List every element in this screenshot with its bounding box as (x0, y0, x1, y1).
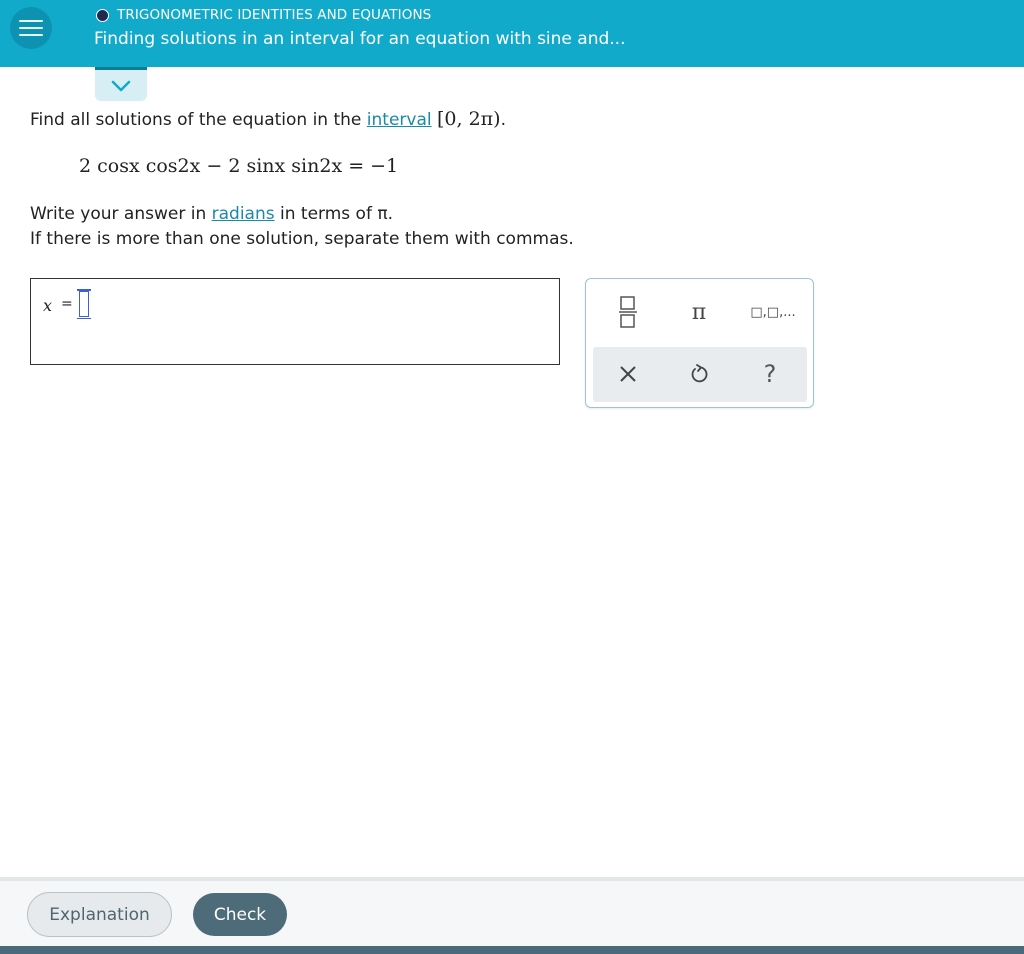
pi-symbol: π (691, 299, 707, 325)
pi-button[interactable]: π (674, 292, 724, 332)
question-period: . (500, 110, 506, 130)
topic-status-icon (96, 8, 109, 22)
answer-equals-sign: = (61, 296, 73, 312)
fraction-button[interactable] (603, 292, 653, 332)
question-prompt: Find all solutions of the equation in th… (30, 108, 506, 130)
fraction-icon (619, 296, 637, 328)
answer-input-area[interactable]: x = (30, 278, 560, 365)
undo-icon (691, 364, 708, 383)
hamburger-menu-button[interactable] (10, 7, 52, 49)
hamburger-menu-icon-bar (19, 27, 43, 29)
help-button[interactable]: ? (745, 354, 795, 394)
interval-math: [0, 2π) (437, 108, 501, 130)
answer-variable-label: x (43, 296, 53, 315)
chevron-down-icon (111, 80, 131, 91)
instruction-commas: If there is more than one solution, sepa… (30, 229, 574, 249)
topic-row: TRIGONOMETRIC IDENTITIES AND EQUATIONS (96, 7, 431, 23)
answer-input-slot[interactable] (77, 289, 91, 319)
interval-link[interactable]: interval (367, 110, 432, 130)
footer-bottom-bar (0, 946, 1024, 954)
instruction-text: Write your answer in (30, 204, 207, 224)
instruction-radians: Write your answer in radians in terms of… (30, 204, 393, 224)
undo-button[interactable] (674, 354, 724, 394)
explanation-button[interactable]: Explanation (27, 892, 172, 937)
header-bar: TRIGONOMETRIC IDENTITIES AND EQUATIONS F… (0, 0, 1024, 67)
hamburger-menu-icon-bar (19, 34, 43, 36)
instruction-text-after: in terms of π. (280, 204, 393, 224)
collapse-header-button[interactable] (95, 67, 147, 101)
radians-link[interactable]: radians (212, 204, 275, 224)
clear-x-icon (620, 366, 636, 382)
question-text: Find all solutions of the equation in th… (30, 110, 362, 130)
hamburger-menu-icon (19, 20, 43, 22)
equation: 2 cosx cos2x − 2 sinx sin2x = −1 (79, 155, 399, 177)
help-symbol: ? (763, 360, 777, 388)
list-button[interactable]: □,□,... (748, 292, 798, 332)
math-tools-palette: π □,□,... ? (585, 278, 814, 408)
list-symbol: □,□,... (750, 304, 796, 320)
check-button[interactable]: Check (193, 893, 287, 936)
topic-title: TRIGONOMETRIC IDENTITIES AND EQUATIONS (117, 7, 432, 23)
clear-button[interactable] (603, 354, 653, 394)
lesson-title: Finding solutions in an interval for an … (94, 29, 626, 49)
